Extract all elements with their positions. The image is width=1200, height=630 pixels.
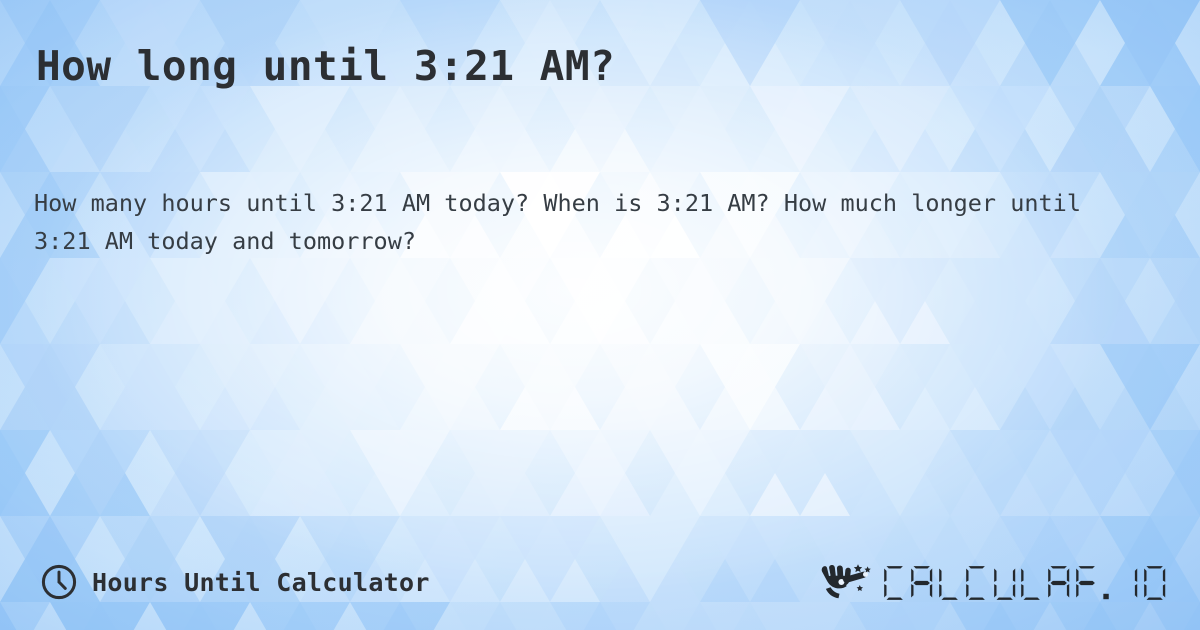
logo-glyph-c: [966, 566, 986, 600]
footer-brand-left: Hours Until Calculator: [40, 563, 430, 601]
page-description: How many hours until 3:21 AM today? When…: [34, 189, 1081, 255]
logo-glyph-dot: [1103, 593, 1109, 600]
logo-glyph-u: [993, 568, 1015, 600]
logo-glyph-t: [1075, 566, 1095, 598]
logo-glyph-a: [1048, 566, 1070, 598]
footer-brand-left-label: Hours Until Calculator: [92, 567, 430, 597]
clock-icon: [41, 564, 77, 600]
logo-glyph-l: [939, 568, 958, 600]
card-content: How long until 3:21 AM? How many hours u…: [0, 0, 1200, 630]
page-title: How long until 3:21 AM?: [36, 42, 616, 90]
logo-glyph-l: [1021, 568, 1040, 600]
logo-glyph-a: [911, 566, 933, 598]
social-share-card: How long until 3:21 AM? How many hours u…: [0, 0, 1200, 630]
calculatio-logo-text: [883, 561, 1166, 601]
footer-brand-right: [817, 560, 1166, 602]
card-footer: Hours Until Calculator: [0, 534, 1200, 630]
magic-wand-icon: [821, 564, 871, 599]
logo-glyph-c: [884, 566, 903, 600]
logo-glyph-o: [1143, 566, 1165, 600]
logo-glyph-i: [1135, 568, 1138, 598]
